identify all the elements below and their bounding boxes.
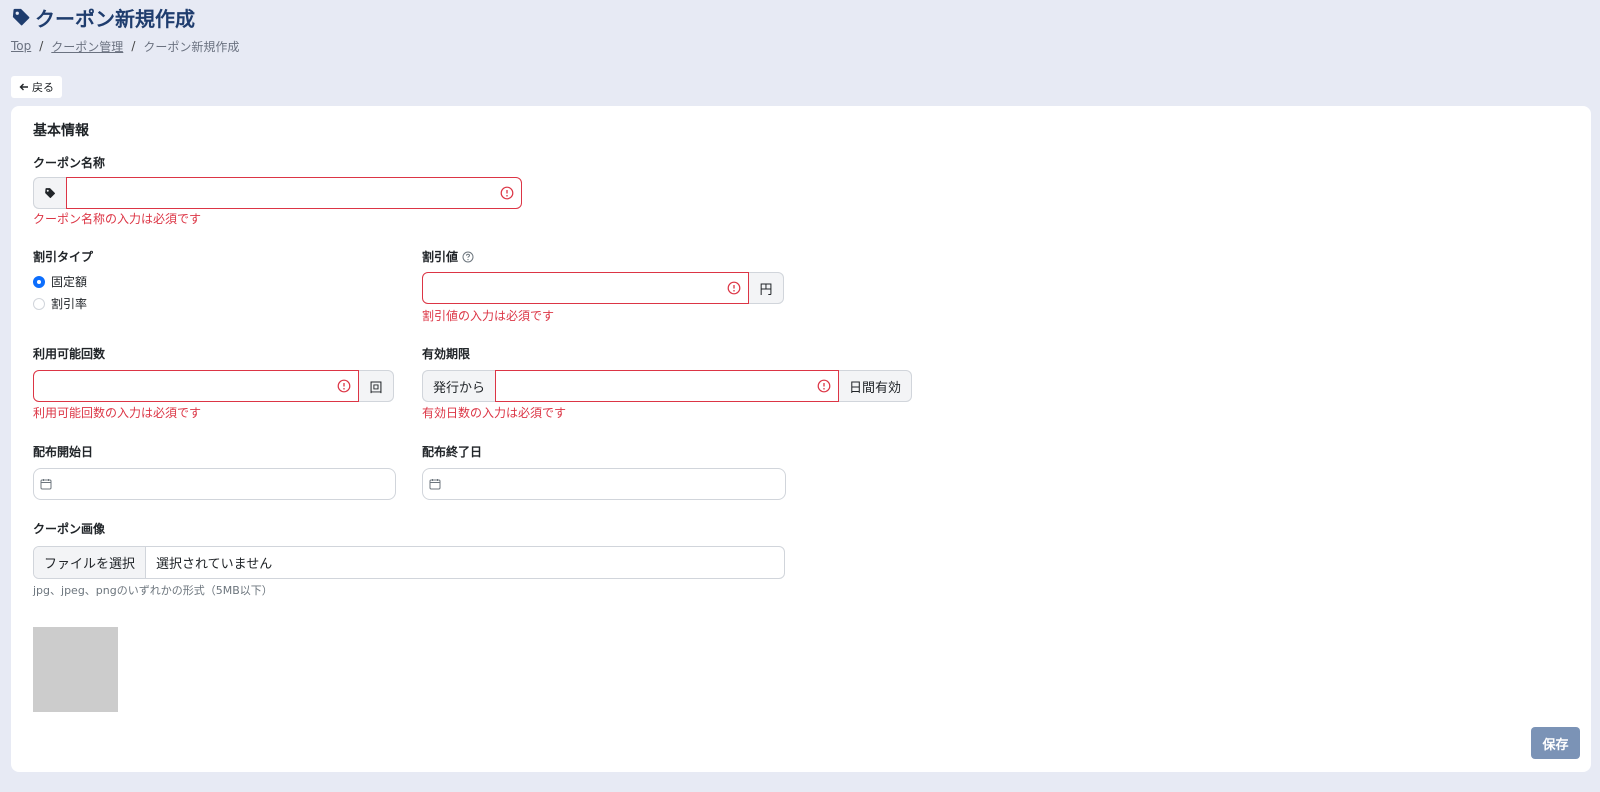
radio-rate[interactable] <box>33 297 45 310</box>
arrow-left-icon <box>19 83 28 91</box>
save-button[interactable]: 保存 <box>1531 727 1580 759</box>
discount-value-suffix: 円 <box>749 272 784 304</box>
file-status: 選択されていません <box>156 557 273 572</box>
coupon-image-file-input[interactable]: ファイルを選択 選択されていません <box>33 546 785 579</box>
discount-type-option-rate[interactable]: 割引率 <box>33 295 87 312</box>
choose-file-button[interactable]: ファイルを選択 <box>34 547 147 578</box>
discount-type-label: 割引タイプ <box>33 248 93 265</box>
discount-value-label-text: 割引値 <box>422 250 459 264</box>
expiry-prefix: 発行から <box>422 370 496 402</box>
expiry-group: 発行から 日間有効 <box>422 370 912 402</box>
calendar-icon <box>429 479 441 490</box>
section-title: 基本情報 <box>33 123 89 139</box>
discount-value-input[interactable] <box>422 272 749 304</box>
tag-icon <box>45 188 56 199</box>
invalid-icon <box>727 281 741 295</box>
form-card: 基本情報 クーポン名称 クーポン名称の入力は必須です 割引タイプ 固定額 割引率… <box>11 106 1591 772</box>
page-header: クーポン新規作成 Top / クーポン管理 / クーポン新規作成 <box>11 4 239 54</box>
image-preview <box>33 627 118 712</box>
usage-count-suffix: 回 <box>359 370 394 402</box>
usage-count-error: 利用可能回数の入力は必須です <box>33 406 202 420</box>
breadcrumb-current: クーポン新規作成 <box>143 39 240 54</box>
radio-fixed[interactable] <box>33 275 45 288</box>
coupon-name-label: クーポン名称 <box>33 154 105 171</box>
invalid-icon <box>817 379 831 393</box>
coupon-name-input-wrap <box>66 177 522 209</box>
tag-addon <box>33 177 66 209</box>
expiry-suffix: 日間有効 <box>838 370 912 402</box>
discount-value-input-wrap <box>422 272 749 304</box>
calendar-icon <box>40 479 52 490</box>
expiry-input-wrap <box>495 370 839 402</box>
coupon-name-group <box>33 177 522 209</box>
breadcrumb: Top / クーポン管理 / クーポン新規作成 <box>11 38 239 54</box>
start-date-label-text: 配布開始日 <box>33 445 94 459</box>
coupon-name-label-text: クーポン名称 <box>33 156 106 170</box>
page-title: クーポン新規作成 <box>11 4 239 31</box>
expiry-label: 有効期限 <box>422 345 470 362</box>
usage-count-label: 利用可能回数 <box>33 345 105 362</box>
discount-type-label-text: 割引タイプ <box>33 250 94 264</box>
discount-value-group: 円 <box>422 272 784 304</box>
usage-count-group: 回 <box>33 370 394 402</box>
breadcrumb-separator: / <box>39 39 44 53</box>
usage-count-label-text: 利用可能回数 <box>33 347 106 361</box>
invalid-icon <box>500 186 514 200</box>
end-date-label: 配布終了日 <box>422 443 482 460</box>
usage-count-input[interactable] <box>33 370 359 402</box>
usage-count-input-wrap <box>33 370 359 402</box>
breadcrumb-coupon-management[interactable]: クーポン管理 <box>51 38 123 55</box>
expiry-label-text: 有効期限 <box>422 347 471 361</box>
coupon-image-label: クーポン画像 <box>33 520 105 537</box>
coupon-image-label-text: クーポン画像 <box>33 522 106 536</box>
end-date-input[interactable] <box>422 468 786 500</box>
back-button[interactable]: 戻る <box>11 76 62 98</box>
breadcrumb-separator: / <box>131 39 136 53</box>
end-date-label-text: 配布終了日 <box>422 445 483 459</box>
start-date-label: 配布開始日 <box>33 443 93 460</box>
expiry-error: 有効日数の入力は必須です <box>422 406 567 420</box>
page-title-text: クーポン新規作成 <box>35 6 195 31</box>
tag-icon <box>12 8 30 26</box>
discount-type-option-rate-label: 割引率 <box>51 297 88 311</box>
back-button-label: 戻る <box>32 81 54 94</box>
coupon-name-input[interactable] <box>66 177 522 209</box>
help-icon[interactable] <box>462 251 474 263</box>
expiry-days-input[interactable] <box>495 370 839 402</box>
discount-value-label: 割引値 <box>422 248 474 265</box>
discount-type-option-fixed[interactable]: 固定額 <box>33 273 87 290</box>
start-date-input[interactable] <box>33 468 396 500</box>
coupon-image-help: jpg、jpeg、pngのいずれかの形式（5MB以下） <box>33 584 273 597</box>
discount-type-option-fixed-label: 固定額 <box>51 275 88 289</box>
invalid-icon <box>337 379 351 393</box>
discount-value-error: 割引値の入力は必須です <box>422 309 555 323</box>
coupon-name-error: クーポン名称の入力は必須です <box>33 212 202 226</box>
breadcrumb-top[interactable]: Top <box>11 39 31 53</box>
